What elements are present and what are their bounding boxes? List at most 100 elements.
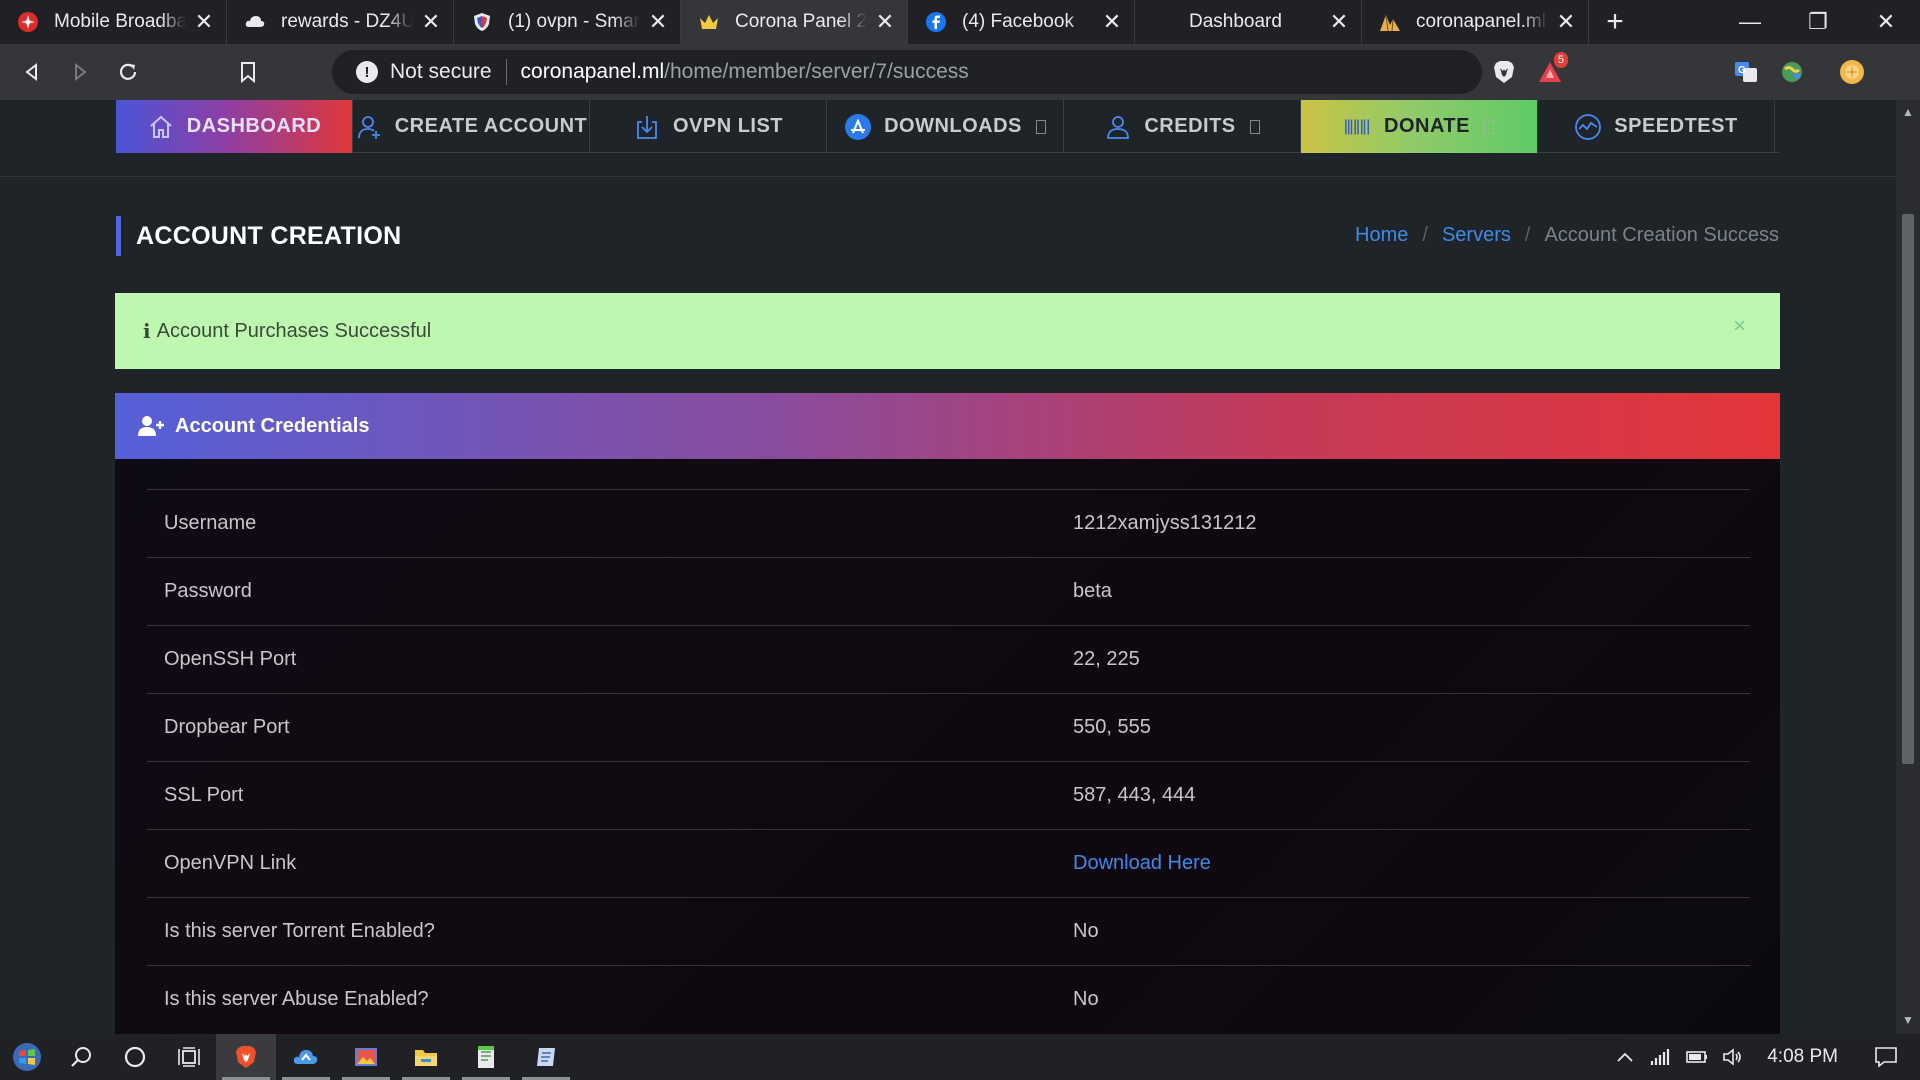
extension-area: 5 G bbox=[1484, 44, 1878, 100]
brave-shields-button[interactable] bbox=[1484, 52, 1524, 92]
tab-rewards[interactable]: rewards - DZ4Up ✕ bbox=[227, 0, 454, 44]
mountain-icon bbox=[1378, 10, 1402, 34]
translate-extension[interactable]: G bbox=[1726, 52, 1766, 92]
close-icon[interactable]: ✕ bbox=[1100, 9, 1124, 34]
url-divider bbox=[505, 59, 507, 85]
openvpn-download-link[interactable]: Download Here bbox=[1073, 852, 1211, 875]
tab-corona-panel[interactable]: Corona Panel 2020 ✕ bbox=[681, 0, 908, 44]
shield-icon bbox=[470, 10, 494, 34]
close-icon[interactable]: ✕ bbox=[646, 9, 670, 34]
alert-message: Account Purchases Successful bbox=[156, 319, 432, 342]
bookmark-button[interactable] bbox=[224, 50, 272, 94]
close-icon[interactable]: ✕ bbox=[1554, 9, 1578, 34]
nav-donate[interactable]: DONATE bbox=[1301, 100, 1538, 153]
taskbar-hex-app[interactable] bbox=[516, 1034, 576, 1080]
url-host: coronapanel.ml bbox=[520, 60, 665, 83]
page-title: ACCOUNT CREATION bbox=[136, 222, 402, 250]
address-bar[interactable]: ! Not secure coronapanel.ml /home/member… bbox=[332, 50, 1482, 94]
close-icon[interactable]: ✕ bbox=[873, 9, 897, 34]
nav-downloads[interactable]: DOWNLOADS bbox=[827, 100, 1064, 153]
brave-rewards-button[interactable]: 5 bbox=[1530, 52, 1570, 92]
user-plus-icon bbox=[137, 415, 165, 437]
download-box-icon bbox=[633, 113, 661, 141]
cortana-button[interactable] bbox=[108, 1034, 162, 1080]
back-button[interactable] bbox=[8, 50, 56, 94]
start-button[interactable] bbox=[0, 1034, 54, 1080]
tab-dashboard[interactable]: Dashboard ✕ bbox=[1135, 0, 1362, 44]
show-hidden-icons[interactable] bbox=[1607, 1034, 1643, 1080]
new-tab-button[interactable]: + bbox=[1589, 0, 1641, 44]
close-window-button[interactable]: ✕ bbox=[1852, 0, 1920, 44]
speaker-icon bbox=[1723, 1048, 1742, 1066]
info-icon[interactable]: ! bbox=[356, 61, 378, 83]
notification-icon bbox=[1875, 1047, 1897, 1068]
security-label[interactable]: Not secure bbox=[390, 60, 492, 84]
nav-dashboard[interactable]: DASHBOARD bbox=[116, 100, 353, 153]
close-icon[interactable]: ✕ bbox=[1327, 9, 1351, 34]
folder-icon bbox=[415, 1050, 437, 1066]
tab-title: (1) ovpn - Smart T bbox=[508, 11, 640, 32]
breadcrumb-home-link[interactable]: Home bbox=[1355, 224, 1408, 247]
tab-mobile-broadband[interactable]: Mobile Broadband ✕ bbox=[0, 0, 227, 44]
browser-toolbar: ! Not secure coronapanel.ml /home/member… bbox=[0, 44, 1920, 100]
app-store-icon bbox=[844, 113, 872, 141]
close-icon[interactable]: ✕ bbox=[192, 9, 216, 34]
notepad-icon bbox=[478, 1046, 494, 1068]
scroll-thumb[interactable] bbox=[1902, 214, 1914, 764]
table-row: OpenSSH Port 22, 225 bbox=[147, 625, 1750, 693]
home-icon bbox=[147, 113, 175, 141]
row-label: Is this server Torrent Enabled? bbox=[164, 920, 435, 942]
table-row: OpenVPN Link Download Here bbox=[147, 829, 1750, 897]
restore-button[interactable]: ❐ bbox=[1784, 0, 1852, 44]
card-title: Account Credentials bbox=[175, 414, 370, 437]
avatar bbox=[1840, 60, 1864, 84]
tab-facebook[interactable]: (4) Facebook ✕ bbox=[908, 0, 1135, 44]
battery-icon bbox=[1686, 1051, 1708, 1063]
forward-button[interactable] bbox=[56, 50, 104, 94]
network-button[interactable] bbox=[1643, 1034, 1679, 1080]
search-button[interactable] bbox=[54, 1034, 108, 1080]
tab-ovpn[interactable]: (1) ovpn - Smart T ✕ bbox=[454, 0, 681, 44]
reload-button[interactable] bbox=[104, 50, 152, 94]
minimize-button[interactable]: — bbox=[1716, 0, 1784, 44]
volume-button[interactable] bbox=[1715, 1034, 1751, 1080]
divider bbox=[0, 176, 1896, 177]
system-clock[interactable]: 4:08 PM bbox=[1767, 1046, 1838, 1068]
tab-coronapanel-phpmyadmin[interactable]: coronapanel.ml / ✕ bbox=[1362, 0, 1589, 44]
taskbar-cloud-app[interactable] bbox=[276, 1034, 336, 1080]
taskbar-notepad[interactable] bbox=[456, 1034, 516, 1080]
tab-strip: Mobile Broadband ✕ rewards - DZ4Up ✕ (1)… bbox=[0, 0, 1920, 44]
breadcrumb-servers-link[interactable]: Servers bbox=[1442, 224, 1511, 247]
profile-button[interactable] bbox=[1832, 52, 1872, 92]
taskbar-image-app[interactable] bbox=[336, 1034, 396, 1080]
success-alert: i Account Purchases Successful × bbox=[115, 293, 1780, 369]
row-value: No bbox=[1073, 920, 1099, 942]
table-row: Is this server Abuse Enabled? No bbox=[147, 965, 1750, 1033]
crown-icon bbox=[697, 10, 721, 34]
brave-lion-icon bbox=[1494, 61, 1514, 83]
tab-title: Dashboard bbox=[1189, 11, 1282, 32]
globe-extension[interactable] bbox=[1772, 52, 1812, 92]
taskbar-file-explorer[interactable] bbox=[396, 1034, 456, 1080]
tab-title: Mobile Broadband bbox=[54, 11, 186, 32]
scroll-up-icon[interactable]: ▲ bbox=[1902, 106, 1914, 118]
nav-credits[interactable]: CREDITS bbox=[1064, 100, 1301, 153]
task-view-button[interactable] bbox=[162, 1034, 216, 1080]
taskbar-brave[interactable] bbox=[216, 1034, 276, 1080]
nav-create-account[interactable]: CREATE ACCOUNT bbox=[353, 100, 590, 153]
alert-close-button[interactable]: × bbox=[1733, 313, 1746, 339]
system-tray: 4:08 PM bbox=[1607, 1034, 1920, 1080]
windows-logo-icon bbox=[13, 1043, 41, 1071]
dropdown-icon bbox=[1249, 119, 1260, 134]
nav-speedtest[interactable]: SPEEDTEST bbox=[1538, 100, 1775, 153]
user-add-icon bbox=[355, 113, 383, 141]
page-scrollbar[interactable]: ▲ ▼ bbox=[1896, 100, 1920, 1034]
scroll-down-icon[interactable]: ▼ bbox=[1902, 1014, 1914, 1026]
row-label: Password bbox=[164, 580, 252, 602]
close-icon[interactable]: ✕ bbox=[419, 9, 443, 34]
action-center-button[interactable] bbox=[1868, 1034, 1904, 1080]
huawei-icon bbox=[16, 10, 40, 34]
battery-button[interactable] bbox=[1679, 1034, 1715, 1080]
alert-count-badge: 5 bbox=[1553, 52, 1568, 68]
nav-ovpn-list[interactable]: OVPN LIST bbox=[590, 100, 827, 153]
